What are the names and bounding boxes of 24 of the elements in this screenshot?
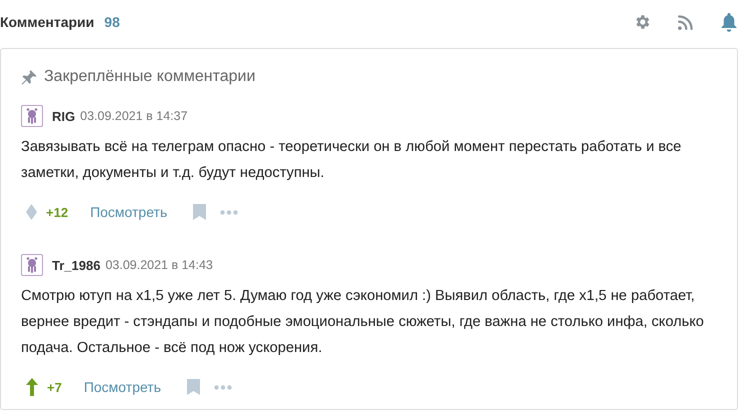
bell-icon[interactable] [720,12,738,32]
avatar[interactable] [21,254,43,276]
pin-icon [21,68,38,86]
comment-date: 03.09.2021 в 14:43 [105,258,213,272]
pinned-title: Закреплённые комментарии [44,68,256,86]
comment-author[interactable]: RIG [52,108,76,124]
bookmark-icon[interactable] [187,379,200,395]
up-arrow-icon[interactable] [26,378,38,396]
view-link[interactable]: Посмотреть [90,204,168,220]
comment-author[interactable]: Tr_1986 [52,258,100,272]
comment-text: Завязывать всё на телеграм опасно - теоретически он в любой момент перестать работать и все заметки, документы и т.д. будут недоступны. [21,138,682,183]
comment-text: Смотрю ютуп на x1,5 уже лет 5. Думаю год уже сэкономил :) Выявил область, где x1,5 не работает, вернее вредит - стэндапы и подобные эмоциональные сюжеты, где важна не столько инфа, сколько подача. Остальное - всё под нож ускорения. [21,287,705,358]
bookmark-icon[interactable] [193,204,206,220]
avatar[interactable] [21,105,43,127]
comment-score: +12 [46,204,68,220]
comments-count: 98 [104,14,120,30]
view-link[interactable]: Посмотреть [84,379,162,395]
rss-icon[interactable] [677,14,694,30]
more-icon[interactable] [220,210,238,214]
diamond-icon [26,204,37,220]
comment-score: +7 [47,380,62,394]
comment-date: 03.09.2021 в 14:37 [80,109,188,123]
comments-title: Комментарии [0,14,94,30]
more-icon[interactable] [214,384,232,390]
